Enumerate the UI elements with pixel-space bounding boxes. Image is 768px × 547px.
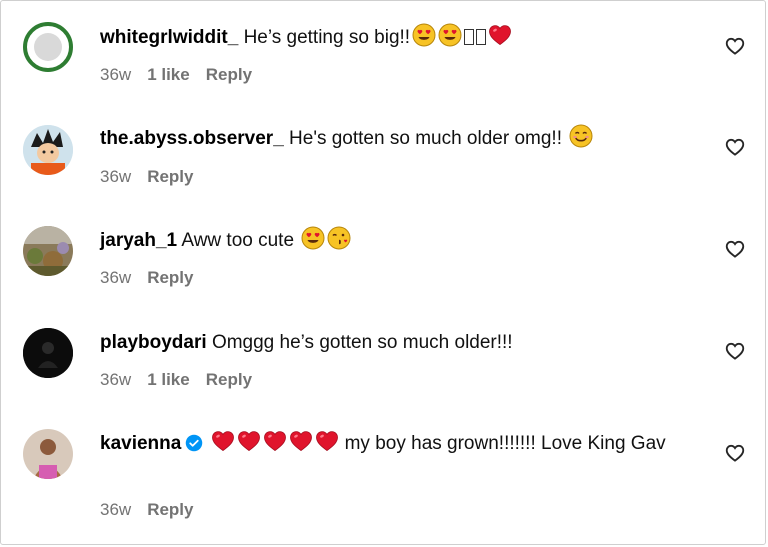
- heart-outline-icon[interactable]: [724, 442, 746, 464]
- heart-outline-icon[interactable]: [724, 238, 746, 260]
- heart-eyes-emoji: [438, 23, 462, 47]
- comment-meta: 36w Reply: [100, 267, 209, 289]
- avatar-image: [23, 125, 73, 175]
- kissing-face-emoji: [327, 226, 351, 250]
- avatar[interactable]: [23, 429, 73, 479]
- comment-text: playboydari Omggg he’s gotten so much ol…: [100, 328, 700, 357]
- reply-button[interactable]: Reply: [147, 167, 193, 186]
- comment-text: jaryah_1 Aww too cute: [100, 226, 700, 255]
- comment-likes[interactable]: 1 like: [147, 65, 190, 84]
- reply-button[interactable]: Reply: [206, 65, 252, 84]
- avatar-image: [23, 429, 73, 479]
- comment-time: 36w: [100, 500, 132, 519]
- avatar-image: [23, 328, 73, 378]
- reply-button[interactable]: Reply: [147, 500, 193, 519]
- reply-button[interactable]: Reply: [147, 268, 193, 287]
- heart-outline-icon[interactable]: [724, 136, 746, 158]
- comment-username[interactable]: playboydari: [100, 332, 207, 353]
- comment-text: kavienna my boy has grown!!!!!!! Love Ki…: [100, 429, 700, 458]
- heart-eyes-emoji: [412, 23, 436, 47]
- comment-body: He's gotten so much older omg!!: [289, 128, 562, 149]
- heart-outline-icon[interactable]: [724, 340, 746, 362]
- red-heart-emoji: [488, 23, 512, 47]
- avatar[interactable]: [23, 125, 73, 175]
- red-heart-emoji: [289, 429, 313, 453]
- smiling-face-emoji: [569, 124, 593, 148]
- comment-username[interactable]: the.abyss.observer_: [100, 128, 284, 149]
- comment-username[interactable]: jaryah_1: [100, 230, 177, 251]
- comment-likes[interactable]: 1 like: [147, 370, 190, 389]
- missing-glyph-icon: [476, 29, 487, 45]
- comment-body: Aww too cute: [181, 230, 295, 251]
- heart-eyes-emoji: [301, 226, 325, 250]
- comment-time: 36w: [100, 370, 132, 389]
- red-heart-emoji: [263, 429, 287, 453]
- comment-meta: 36w Reply: [100, 166, 209, 188]
- comment-time: 36w: [100, 167, 132, 186]
- comment-meta: 36w Reply: [100, 499, 209, 521]
- comment-username[interactable]: whitegrlwiddit_: [100, 27, 238, 48]
- red-heart-emoji: [315, 429, 339, 453]
- comment-meta: 36w 1 like Reply: [100, 64, 268, 86]
- avatar[interactable]: [23, 22, 73, 72]
- avatar-image: [23, 226, 73, 276]
- comment-text: the.abyss.observer_ He's gotten so much …: [100, 124, 700, 153]
- comments-panel: whitegrlwiddit_ He’s getting so big!! 36…: [0, 0, 766, 545]
- reply-button[interactable]: Reply: [206, 370, 252, 389]
- comment-body: my boy has grown!!!!!!! Love King Gav: [344, 433, 666, 454]
- red-heart-emoji: [237, 429, 261, 453]
- comment-body: Omggg he’s gotten so much older!!!: [211, 332, 513, 353]
- avatar-placeholder-icon: [34, 33, 62, 61]
- comment-username[interactable]: kavienna: [100, 433, 181, 454]
- red-heart-emoji: [211, 429, 235, 453]
- comment-body: He’s getting so big!!: [243, 27, 411, 48]
- avatar[interactable]: [23, 226, 73, 276]
- heart-outline-icon[interactable]: [724, 35, 746, 57]
- comment-time: 36w: [100, 268, 132, 287]
- comment-text: whitegrlwiddit_ He’s getting so big!!: [100, 23, 700, 52]
- comment-meta: 36w 1 like Reply: [100, 369, 268, 391]
- comment-time: 36w: [100, 65, 132, 84]
- avatar[interactable]: [23, 328, 73, 378]
- verified-badge-icon: [186, 434, 203, 452]
- missing-glyph-icon: [464, 29, 475, 45]
